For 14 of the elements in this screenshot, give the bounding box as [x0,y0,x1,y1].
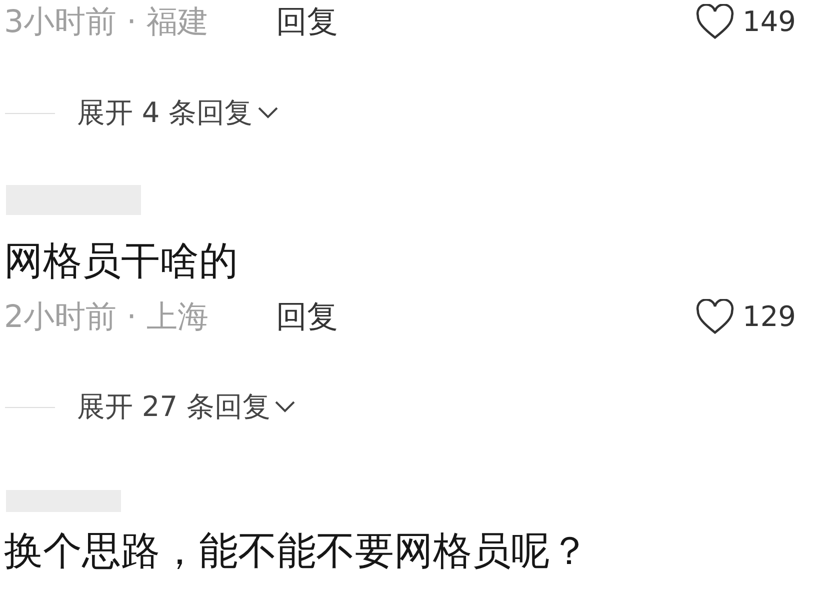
time-location: 2小时前 · 上海 [4,298,210,337]
like-count: 149 [742,4,796,40]
comment-text: 网格员干啥的 [4,238,239,286]
reply-link[interactable]: 回复 [276,0,338,46]
expand-replies-button[interactable]: 展开 27 条回复 [77,386,296,428]
like-count: 129 [742,299,796,335]
chevron-down-icon [274,400,296,414]
expand-replies-button[interactable]: 展开 4 条回复 [77,92,279,134]
heart-icon[interactable] [694,4,735,40]
heart-icon[interactable] [694,299,735,335]
comment-text: 换个思路，能不能不要网格员呢？ [4,528,590,576]
reply-link[interactable]: 回复 [276,294,338,340]
chevron-down-icon [256,106,279,120]
time-location: 3小时前 · 福建 [4,2,210,42]
